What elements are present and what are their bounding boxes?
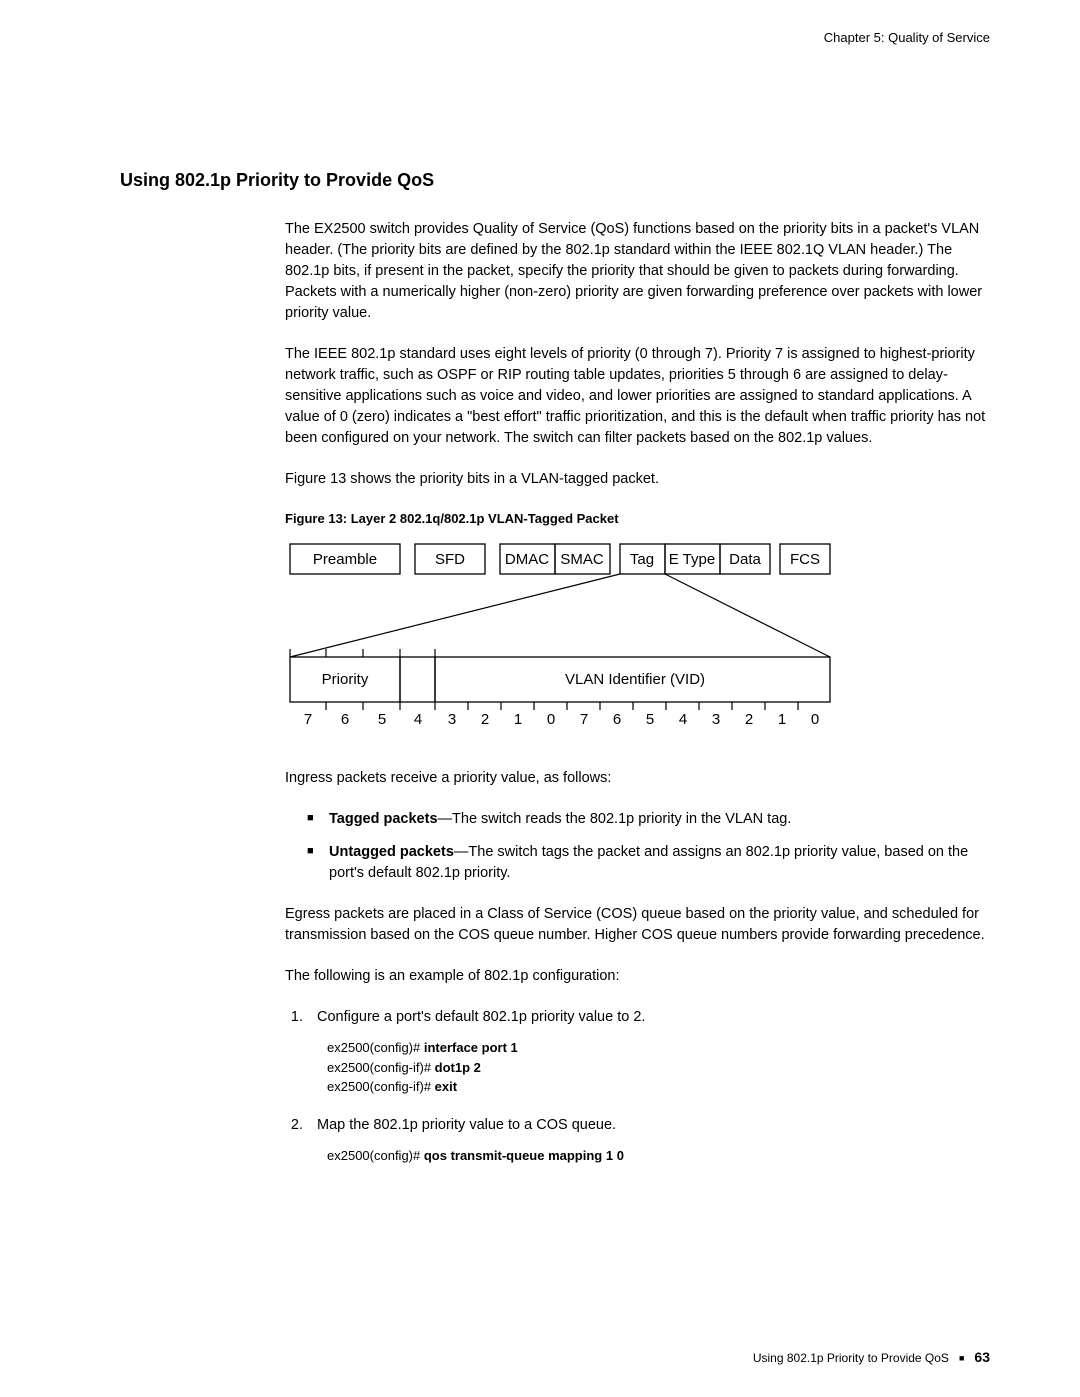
- code-2a-cmd: qos transmit-queue mapping 1 0: [424, 1148, 624, 1163]
- footer-text: Using 802.1p Priority to Provide QoS: [753, 1351, 949, 1365]
- bit-6: 1: [514, 711, 522, 728]
- fig-cell-dmac: DMAC: [505, 551, 549, 568]
- bit-0: 7: [304, 711, 312, 728]
- bit-10: 5: [646, 711, 654, 728]
- bit-1: 6: [341, 711, 349, 728]
- fig-cell-data: Data: [729, 551, 761, 568]
- bit-14: 1: [778, 711, 786, 728]
- fig-cell-smac: SMAC: [560, 551, 604, 568]
- figure-caption: Figure 13: Layer 2 802.1q/802.1p VLAN-Ta…: [285, 510, 990, 529]
- step-2-text: Map the 802.1p priority value to a COS q…: [317, 1117, 616, 1133]
- bit-2: 5: [378, 711, 386, 728]
- bullet-untagged: Untagged packets—The switch tags the pac…: [307, 842, 990, 884]
- paragraph-5: Egress packets are placed in a Class of …: [285, 904, 990, 946]
- step-1: Configure a port's default 802.1p priori…: [307, 1007, 990, 1097]
- paragraph-3: Figure 13 shows the priority bits in a V…: [285, 469, 990, 490]
- page-footer: Using 802.1p Priority to Provide QoS ■ 6…: [753, 1349, 990, 1365]
- fig-cell-sfd: SFD: [435, 551, 465, 568]
- bit-15: 0: [811, 711, 819, 728]
- bit-8: 7: [580, 711, 588, 728]
- bullet-list: Tagged packets—The switch reads the 802.…: [285, 809, 990, 884]
- bit-11: 4: [679, 711, 687, 728]
- bit-9: 6: [613, 711, 621, 728]
- step-2: Map the 802.1p priority value to a COS q…: [307, 1115, 990, 1166]
- page-number: 63: [974, 1349, 990, 1365]
- code-1b-pre: ex2500(config-if)#: [327, 1060, 435, 1075]
- code-1a-cmd: interface port 1: [424, 1040, 518, 1055]
- paragraph-2: The IEEE 802.1p standard uses eight leve…: [285, 344, 990, 449]
- chapter-header: Chapter 5: Quality of Service: [120, 30, 990, 45]
- bit-3: 4: [414, 711, 422, 728]
- paragraph-4: Ingress packets receive a priority value…: [285, 768, 990, 789]
- ordered-steps: Configure a port's default 802.1p priori…: [285, 1007, 990, 1165]
- fig-cell-tag: Tag: [630, 551, 654, 568]
- code-1c-pre: ex2500(config-if)#: [327, 1079, 435, 1094]
- footer-divider-icon: ■: [959, 1353, 964, 1363]
- step-1-code: ex2500(config)# interface port 1 ex2500(…: [327, 1038, 990, 1097]
- fig-priority-label: Priority: [322, 671, 369, 688]
- bullet-tagged: Tagged packets—The switch reads the 802.…: [307, 809, 990, 830]
- code-2a-pre: ex2500(config)#: [327, 1148, 424, 1163]
- figure-13: Preamble SFD DMAC SMAC Tag E Type Data F…: [285, 539, 990, 746]
- step-2-code: ex2500(config)# qos transmit-queue mappi…: [327, 1146, 990, 1166]
- paragraph-6: The following is an example of 802.1p co…: [285, 966, 990, 987]
- section-heading: Using 802.1p Priority to Provide QoS: [120, 170, 990, 191]
- fig-vid-label: VLAN Identifier (VID): [565, 671, 705, 688]
- fig-cell-preamble: Preamble: [313, 551, 377, 568]
- bit-13: 2: [745, 711, 753, 728]
- fig-cell-etype: E Type: [669, 551, 715, 568]
- bit-5: 2: [481, 711, 489, 728]
- step-1-text: Configure a port's default 802.1p priori…: [317, 1009, 645, 1025]
- bit-4: 3: [448, 711, 456, 728]
- code-1a-pre: ex2500(config)#: [327, 1040, 424, 1055]
- fig-cell-fcs: FCS: [790, 551, 820, 568]
- bullet-untagged-bold: Untagged packets: [329, 844, 454, 860]
- bullet-tagged-bold: Tagged packets: [329, 811, 438, 827]
- bullet-tagged-rest: —The switch reads the 802.1p priority in…: [438, 811, 792, 827]
- bit-7: 0: [547, 711, 555, 728]
- code-1c-cmd: exit: [435, 1079, 457, 1094]
- paragraph-1: The EX2500 switch provides Quality of Se…: [285, 219, 990, 324]
- code-1b-cmd: dot1p 2: [435, 1060, 481, 1075]
- bit-12: 3: [712, 711, 720, 728]
